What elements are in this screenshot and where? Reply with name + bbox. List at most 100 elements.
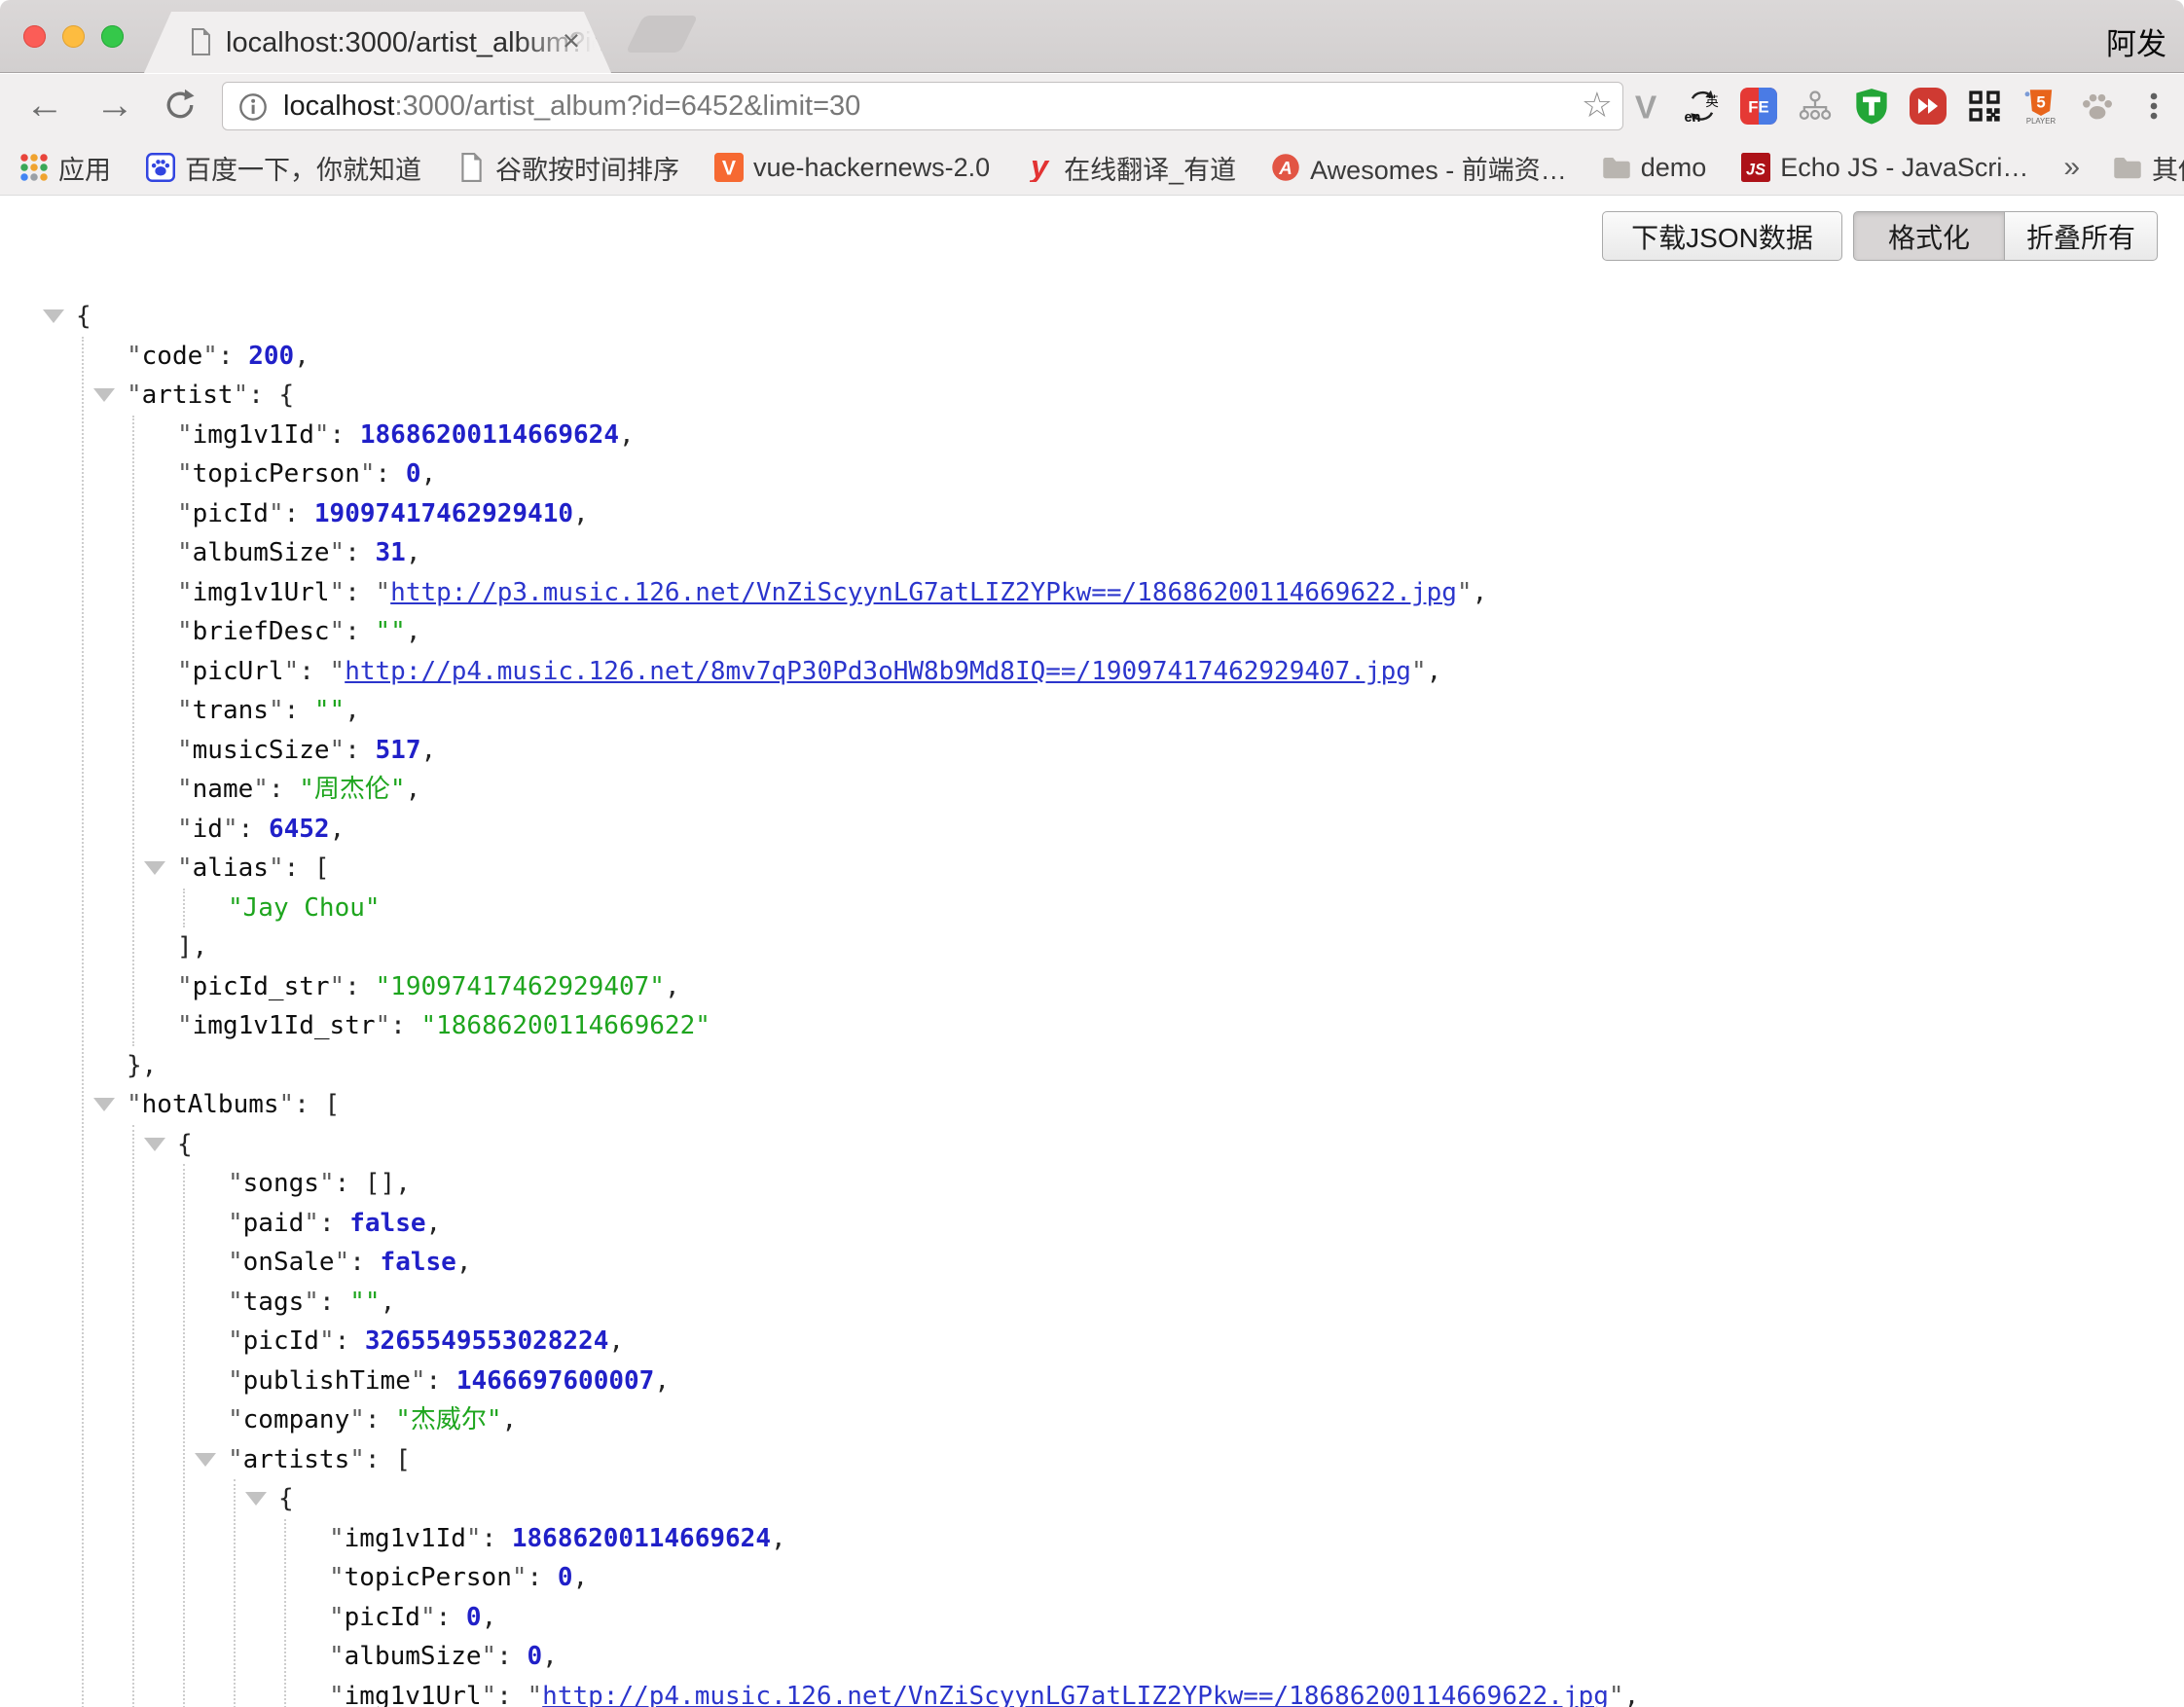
bookmark-item[interactable]: 应用: [19, 149, 111, 187]
browser-menu-button[interactable]: [2129, 82, 2178, 130]
profile-name[interactable]: 阿发: [2106, 19, 2166, 63]
fast-forward-icon[interactable]: [1904, 82, 1952, 130]
json-token: ": [1457, 578, 1473, 607]
json-line: "Jay Chou": [228, 889, 1639, 928]
json-token: ": [482, 1682, 497, 1707]
forward-button[interactable]: →: [95, 80, 134, 130]
html5-player-icon[interactable]: 5PLAYER: [2017, 82, 2065, 130]
json-key: albumSize: [193, 538, 330, 567]
info-icon[interactable]: [238, 92, 268, 122]
json-key: trans: [193, 696, 269, 725]
active-tab[interactable]: localhost:3000/artist_album?id ×: [144, 12, 611, 73]
json-value: 200: [248, 342, 294, 371]
json-token: ": [329, 1563, 345, 1592]
view-mode-button-group: 格式化 折叠所有: [1853, 211, 2158, 261]
vue-devtools-icon[interactable]: V: [1621, 82, 1670, 130]
json-token: }: [127, 1051, 142, 1080]
json-value: 31: [376, 538, 406, 567]
translate-icon[interactable]: 英en: [1678, 82, 1727, 130]
sitemap-icon[interactable]: [1791, 82, 1839, 130]
bookmark-item[interactable]: y在线翻译_有道: [1025, 149, 1236, 187]
bookmark-star-icon[interactable]: ☆: [1582, 85, 1613, 126]
json-token: ,: [771, 1524, 786, 1553]
bookmarks-overflow-button[interactable]: »: [2063, 151, 2080, 184]
json-key: code: [142, 342, 203, 371]
json-value: 6452: [269, 815, 330, 844]
bookmark-item[interactable]: Vvue-hackernews-2.0: [714, 153, 990, 183]
json-token: ": [360, 459, 376, 489]
json-token: ": [314, 420, 330, 450]
json-token: :: [365, 1445, 395, 1474]
json-token: ,: [345, 696, 360, 725]
json-token: ": [177, 972, 193, 1001]
json-value: 18686200114669624: [512, 1524, 771, 1553]
json-token: :: [269, 775, 299, 804]
json-children-block: "code": 200,"artist": {"img1v1Id": 18686…: [82, 337, 1639, 1707]
url-bar[interactable]: localhost:3000/artist_album?id=6452&limi…: [222, 82, 1623, 130]
shield-t-icon[interactable]: [1847, 82, 1896, 130]
json-token: ": [269, 854, 284, 883]
json-token: :: [238, 815, 269, 844]
url-text[interactable]: localhost:3000/artist_album?id=6452&limi…: [283, 91, 860, 123]
bookmark-item[interactable]: AAwesomes - 前端资…: [1271, 149, 1567, 187]
json-token: ,: [665, 972, 680, 1001]
json-line: {: [177, 1125, 1639, 1165]
json-token: ": [330, 972, 346, 1001]
json-token: ": [177, 854, 193, 883]
close-window-button[interactable]: [23, 25, 46, 48]
bookmark-item[interactable]: JSEcho JS - JavaScri…: [1741, 153, 2028, 183]
fehelper-icon[interactable]: FE: [1734, 82, 1783, 130]
collapse-triangle-icon[interactable]: [144, 1138, 165, 1151]
json-value: 1466697600007: [456, 1366, 655, 1396]
json-token: ": [228, 1405, 243, 1435]
svg-text:A: A: [1278, 158, 1292, 178]
bookmark-item[interactable]: demo: [1602, 153, 1707, 183]
collapse-all-button[interactable]: 折叠所有: [2005, 211, 2158, 261]
new-tab-button[interactable]: [626, 16, 699, 53]
json-token: ": [330, 736, 346, 765]
json-link[interactable]: http://p3.music.126.net/VnZiScyynLG7atLI…: [390, 578, 1457, 607]
json-token: ": [482, 1642, 497, 1671]
folder-icon: [2113, 153, 2142, 182]
format-button[interactable]: 格式化: [1853, 211, 2005, 261]
tab-close-icon[interactable]: ×: [563, 23, 580, 58]
browser-window: localhost:3000/artist_album?id × 阿发 ← → …: [0, 0, 2184, 1707]
collapse-triangle-icon[interactable]: [195, 1453, 216, 1467]
bookmark-item[interactable]: 谷歌按时间排序: [456, 149, 679, 187]
bookmark-item[interactable]: 百度一下，你就知道: [146, 149, 421, 187]
json-line: "picUrl": "http://p4.music.126.net/8mv7q…: [177, 652, 1639, 692]
collapse-triangle-icon[interactable]: [93, 388, 115, 402]
zoom-window-button[interactable]: [101, 25, 124, 48]
json-key: artists: [243, 1445, 350, 1474]
url-host: localhost: [283, 91, 394, 122]
json-key: hotAlbums: [142, 1090, 279, 1119]
json-token: ": [411, 1366, 426, 1396]
json-children-block: "img1v1Id": 18686200114669624,"topicPers…: [284, 1519, 1639, 1707]
other-bookmarks-folder[interactable]: 其他书签: [2113, 149, 2184, 187]
json-line: "tags": "",: [228, 1283, 1639, 1323]
json-key: picId: [345, 1603, 420, 1632]
qrcode-icon[interactable]: [1960, 82, 2009, 130]
reload-button[interactable]: [162, 87, 199, 124]
json-link[interactable]: http://p4.music.126.net/8mv7qP30Pd3oHW8b…: [345, 657, 1411, 686]
collapse-triangle-icon[interactable]: [43, 309, 64, 323]
json-token: ": [528, 1682, 543, 1707]
collapse-triangle-icon[interactable]: [245, 1492, 267, 1506]
json-value: false: [381, 1248, 456, 1277]
paw-icon[interactable]: [2073, 82, 2122, 130]
back-button[interactable]: ←: [25, 80, 64, 130]
json-children-block: "img1v1Id": 18686200114669624,"topicPers…: [132, 416, 1639, 1046]
json-token: ": [269, 696, 284, 725]
json-token: ": [466, 1524, 482, 1553]
svg-text:5: 5: [2036, 93, 2045, 112]
json-token: ": [228, 1209, 243, 1238]
json-token: :: [335, 1326, 365, 1356]
minimize-window-button[interactable]: [62, 25, 85, 48]
json-link[interactable]: http://p4.music.126.net/VnZiScyynLG7atLI…: [542, 1682, 1609, 1707]
json-token: ": [269, 499, 284, 528]
svg-text:V: V: [722, 157, 737, 180]
download-json-button[interactable]: 下载JSON数据: [1602, 211, 1842, 261]
json-token: ,: [330, 815, 346, 844]
collapse-triangle-icon[interactable]: [144, 861, 165, 875]
collapse-triangle-icon[interactable]: [93, 1098, 115, 1111]
